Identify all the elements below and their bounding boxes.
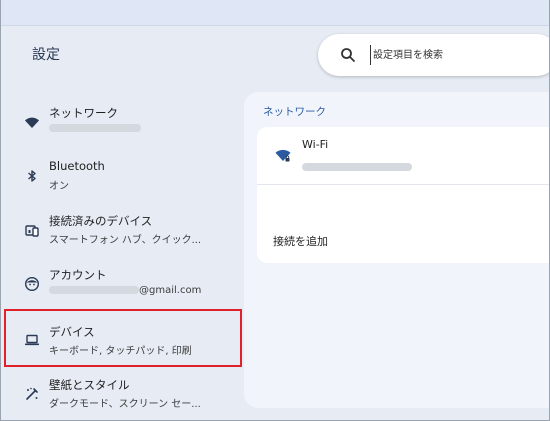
wifi-row[interactable]: Wi-Fi — [257, 127, 550, 185]
add-connection-label: 接続を追加 — [273, 235, 328, 248]
sidebar-item-sub: キーボード, タッチパッド, 印刷 — [49, 346, 192, 357]
sidebar-item-account[interactable]: アカウント @gmail.com — [0, 257, 244, 311]
wifi-name: Wi-Fi — [302, 138, 329, 151]
window-title-bar — [0, 0, 550, 26]
sidebar-item-label: Bluetooth — [49, 159, 105, 173]
sidebar-item-device[interactable]: デバイス キーボード, タッチパッド, 印刷 — [0, 311, 244, 369]
wifi-icon — [275, 149, 291, 162]
sidebar-item-label: デバイス — [49, 325, 95, 339]
connected-devices-icon — [25, 225, 39, 237]
redacted-ssid — [302, 162, 412, 171]
sidebar-item-sub: @gmail.com — [49, 285, 201, 296]
account-icon — [24, 276, 40, 292]
laptop-icon — [25, 334, 39, 346]
sidebar-item-label: ネットワーク — [49, 106, 118, 120]
add-connection-row[interactable]: 接続を追加 — [257, 185, 550, 263]
sidebar-item-label: アカウント — [49, 268, 107, 282]
network-panel: ネットワーク Wi-Fi 接続を追加 — [244, 92, 550, 408]
search-icon — [341, 48, 355, 62]
wifi-network-name — [302, 156, 412, 175]
redacted-network-name — [49, 124, 141, 132]
sidebar-item-sub: スマートフォン ハブ、クイック... — [49, 235, 202, 246]
sidebar-item-wallpaper[interactable]: 壁紙とスタイル ダークモード、スクリーン セー... — [0, 367, 244, 421]
section-title: ネットワーク — [263, 106, 326, 118]
sidebar-item-label: 接続済みのデバイス — [49, 214, 153, 228]
sidebar-item-sub: オン — [49, 181, 69, 192]
account-email-domain: @gmail.com — [139, 285, 202, 296]
sidebar-item-sub — [49, 123, 141, 134]
search-bar[interactable] — [318, 34, 550, 76]
network-card: Wi-Fi 接続を追加 — [257, 127, 550, 263]
search-input[interactable] — [370, 45, 550, 65]
sidebar-item-network[interactable]: ネットワーク — [0, 95, 244, 149]
app-title: 設定 — [32, 47, 60, 63]
bluetooth-icon — [28, 170, 36, 182]
redacted-email-user — [49, 286, 139, 294]
sidebar-item-label: 壁紙とスタイル — [49, 378, 130, 392]
palette-icon — [26, 387, 38, 400]
sidebar-item-connected-devices[interactable]: 接続済みのデバイス スマートフォン ハブ、クイック... — [0, 203, 244, 257]
sidebar-item-sub: ダークモード、スクリーン セー... — [49, 399, 201, 410]
wifi-icon — [25, 117, 39, 128]
sidebar-item-bluetooth[interactable]: Bluetooth オン — [0, 149, 244, 203]
